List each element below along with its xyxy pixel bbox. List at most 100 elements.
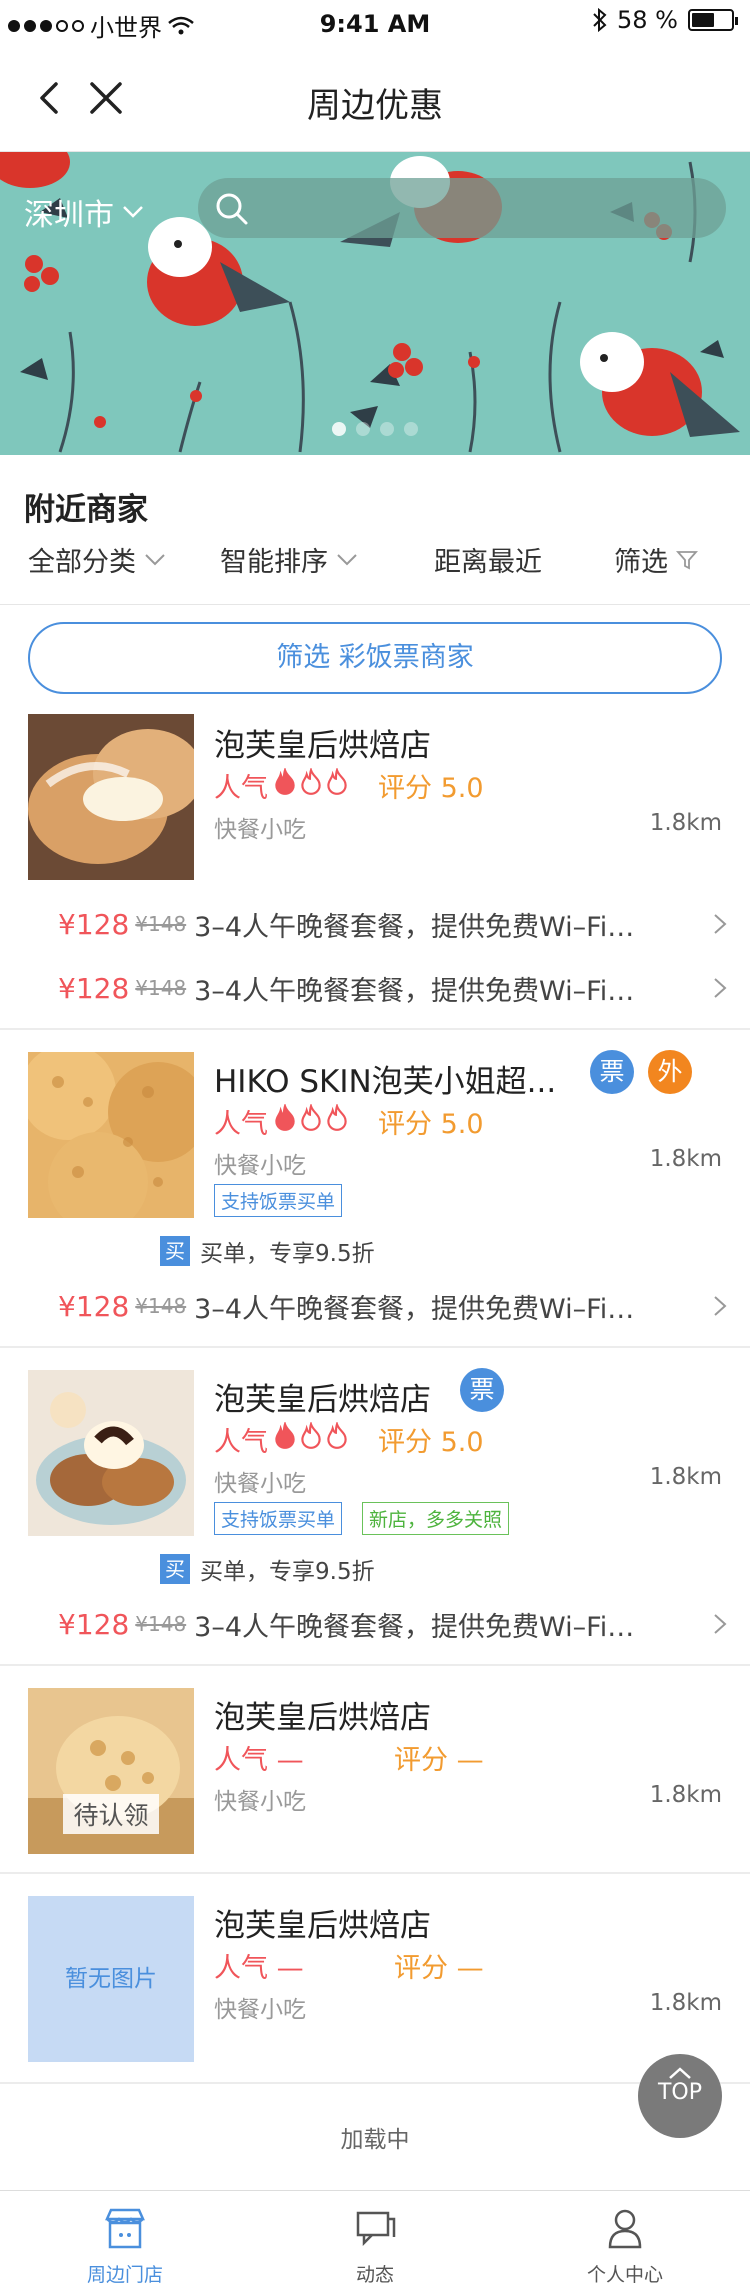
- chevron-up-icon: [669, 2067, 691, 2079]
- shop-card[interactable]: 泡芙皇后烘焙店 票 人气 评分 5.0 快餐小吃 1.8km 支持饭票买单 新店…: [0, 1368, 750, 1658]
- flame-icon: [327, 1420, 347, 1449]
- tab-feed[interactable]: 动态: [250, 2191, 500, 2288]
- divider: [0, 1664, 750, 1666]
- filter-voucher-merchants-button[interactable]: 筛选 彩饭票商家: [28, 622, 722, 694]
- buy-icon: 买: [160, 1236, 190, 1266]
- deal-description: 3–4人午晚餐套餐，提供免费Wi–Fi…: [194, 1611, 635, 1643]
- divider: [0, 1346, 750, 1348]
- deal-description: 3–4人午晚餐套餐，提供免费Wi–Fi…: [194, 911, 635, 943]
- buy-offer[interactable]: 买 买单，专享9.5折: [160, 1234, 375, 1268]
- distance-filter-label: 距离最近: [434, 547, 542, 578]
- shop-card[interactable]: 待认领 泡芙皇后烘焙店 人气 — 评分 — 快餐小吃 1.8km: [0, 1688, 750, 1856]
- search-icon: [216, 193, 248, 225]
- deal-row[interactable]: ¥128 ¥148 3–4人午晚餐套餐，提供免费Wi–Fi…: [58, 968, 728, 1008]
- buy-offer-text: 买单，专享9.5折: [200, 1559, 375, 1585]
- battery-icon: [688, 9, 738, 31]
- popularity-label: 人气 —: [214, 1953, 304, 1984]
- screen-filter[interactable]: 筛选: [614, 540, 698, 579]
- tab-label: 动态: [355, 2264, 394, 2286]
- category-filter[interactable]: 全部分类: [28, 540, 166, 579]
- shop-name: 泡芙皇后烘焙店: [214, 1382, 431, 1418]
- distance-filter[interactable]: 距离最近: [434, 540, 542, 579]
- banner-carousel[interactable]: 深圳市: [0, 152, 750, 455]
- shop-rating: 人气 评分 5.0: [214, 1420, 484, 1459]
- buy-offer[interactable]: 买 买单，专享9.5折: [160, 1552, 375, 1586]
- deal-row[interactable]: ¥128 ¥148 3–4人午晚餐套餐，提供免费Wi–Fi…: [58, 1286, 728, 1326]
- deal-old-price: ¥148: [135, 912, 187, 936]
- chevron-right-icon: [714, 914, 727, 934]
- chevron-down-icon: [337, 553, 357, 565]
- shop-name: 泡芙皇后烘焙店: [214, 728, 431, 764]
- chat-icon: [356, 2211, 396, 2247]
- ticket-badge: 票: [460, 1368, 504, 1412]
- popularity-label: 人气: [214, 1109, 268, 1140]
- new-store-tag: 新店，多多关照: [362, 1502, 510, 1535]
- flame-icon: [275, 1102, 295, 1131]
- takeout-badge: 外: [648, 1050, 692, 1094]
- shop-category: 快餐小吃: [214, 1789, 306, 1815]
- page-title: 周边优惠: [307, 86, 443, 126]
- sort-filter[interactable]: 智能排序: [220, 540, 358, 579]
- status-bar: 小世界 9:41 AM 58 %: [0, 0, 750, 48]
- tab-nearby-stores[interactable]: 周边门店: [0, 2191, 250, 2288]
- score-label: 评分 —: [394, 1953, 484, 1984]
- chevron-down-icon: [145, 553, 165, 565]
- search-input[interactable]: [198, 178, 726, 238]
- back-to-top-button[interactable]: TOP: [638, 2054, 722, 2138]
- pager-dot[interactable]: [356, 422, 370, 436]
- shop-category: 快餐小吃: [214, 1153, 306, 1179]
- shop-category: 快餐小吃: [214, 817, 306, 843]
- screen-filter-label: 筛选: [614, 547, 668, 578]
- deal-price: ¥128: [58, 1289, 130, 1323]
- back-to-top-label: TOP: [657, 2080, 703, 2105]
- tab-label: 周边门店: [86, 2264, 163, 2286]
- flame-icons: [272, 766, 350, 803]
- sort-filter-label: 智能排序: [220, 547, 328, 578]
- deal-row[interactable]: ¥128 ¥148 3–4人午晚餐套餐，提供免费Wi–Fi…: [58, 1604, 728, 1644]
- user-icon: [608, 2209, 642, 2249]
- store-icon: [105, 2208, 145, 2249]
- chevron-right-icon: [714, 1296, 727, 1316]
- pager-dot[interactable]: [380, 422, 394, 436]
- flame-icon: [327, 766, 347, 795]
- unclaimed-label: 待认领: [28, 1794, 194, 1834]
- score-label: 评分 5.0: [378, 773, 484, 804]
- deal-price: ¥128: [58, 1607, 130, 1641]
- shop-name: HIKO SKIN泡芙小姐超...: [214, 1064, 557, 1100]
- shop-card[interactable]: 泡芙皇后烘焙店 人气 评分 5.0 快餐小吃 1.8km ¥128 ¥148 3…: [0, 714, 750, 1026]
- tab-profile[interactable]: 个人中心: [500, 2191, 750, 2288]
- deal-price: ¥128: [58, 971, 130, 1005]
- city-selector[interactable]: 深圳市: [24, 190, 144, 234]
- pager-dot[interactable]: [404, 422, 418, 436]
- funnel-icon: [676, 550, 698, 569]
- shop-distance: 1.8km: [649, 810, 722, 836]
- flame-icon: [301, 1102, 321, 1131]
- popularity-label: 人气: [214, 1427, 268, 1458]
- city-label: 深圳市: [24, 198, 114, 233]
- divider: [0, 1028, 750, 1030]
- deal-row[interactable]: ¥128 ¥148 3–4人午晚餐套餐，提供免费Wi–Fi…: [58, 904, 728, 944]
- pager-dot[interactable]: [332, 422, 346, 436]
- ticket-badge: 票: [590, 1050, 634, 1094]
- popularity-label: 人气: [214, 773, 268, 804]
- category-filter-label: 全部分类: [28, 547, 136, 578]
- shop-category: 快餐小吃: [214, 1471, 306, 1497]
- shop-card[interactable]: 暂无图片 泡芙皇后烘焙店 人气 — 评分 — 快餐小吃 1.8km: [0, 1896, 750, 2064]
- divider: [0, 604, 750, 605]
- shop-rating: 人气 评分 5.0: [214, 766, 484, 805]
- loading-indicator: 加载中: [340, 2127, 410, 2153]
- shop-thumbnail: [28, 1370, 194, 1536]
- shop-distance: 1.8km: [649, 1990, 722, 2016]
- score-label: 评分 —: [394, 1745, 484, 1776]
- carousel-pager: [332, 422, 418, 436]
- shop-distance: 1.8km: [649, 1782, 722, 1808]
- flame-icon: [301, 766, 321, 795]
- flame-icon: [275, 1420, 295, 1449]
- voucher-tag: 支持饭票买单: [214, 1502, 343, 1535]
- deal-description: 3–4人午晚餐套餐，提供免费Wi–Fi…: [194, 1293, 635, 1325]
- shop-card[interactable]: HIKO SKIN泡芙小姐超... 票 外 人气 评分 5.0 快餐小吃 1.8…: [0, 1050, 750, 1340]
- shop-thumbnail: [28, 714, 194, 880]
- deal-description: 3–4人午晚餐套餐，提供免费Wi–Fi…: [194, 975, 635, 1007]
- shop-thumbnail: 待认领: [28, 1688, 194, 1854]
- score-label: 评分 5.0: [378, 1109, 484, 1140]
